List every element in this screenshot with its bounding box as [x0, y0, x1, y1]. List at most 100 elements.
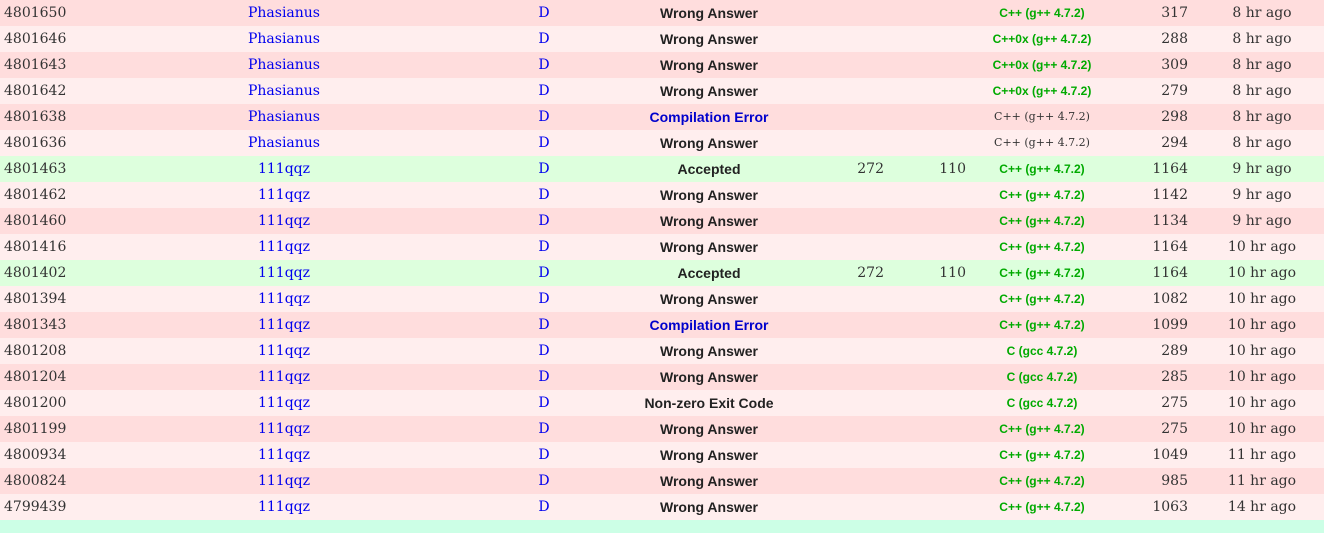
- user-link[interactable]: 111qqz: [204, 364, 364, 390]
- problem-link[interactable]: D: [504, 156, 584, 182]
- code-length: 1063: [1152, 499, 1188, 515]
- user-link[interactable]: 111qqz: [204, 208, 364, 234]
- user-link[interactable]: 111qqz: [204, 234, 364, 260]
- user-link[interactable]: 111qqz: [204, 442, 364, 468]
- user-link[interactable]: 111qqz: [204, 286, 364, 312]
- problem-link[interactable]: D: [504, 78, 584, 104]
- run-time: [824, 104, 884, 130]
- run-id: 4799439: [4, 499, 67, 515]
- problem-link[interactable]: D: [504, 468, 584, 494]
- run-time: 272: [857, 265, 884, 281]
- table-row: 4799439 111qqz D Wrong Answer C++ (g++ 4…: [0, 494, 1324, 520]
- problem-link[interactable]: D: [504, 390, 584, 416]
- run-time: [824, 338, 884, 364]
- problem-link[interactable]: D: [504, 104, 584, 130]
- language: C++0x (g++ 4.7.2): [992, 32, 1092, 46]
- problem-link[interactable]: D: [504, 312, 584, 338]
- user-link[interactable]: Phasianus: [204, 52, 364, 78]
- submit-time: 8 hr ago: [1232, 5, 1292, 21]
- run-id: 4801638: [4, 109, 67, 125]
- user-link[interactable]: 111qqz: [204, 312, 364, 338]
- run-memory: [906, 390, 966, 416]
- problem-link[interactable]: D: [504, 234, 584, 260]
- user-link[interactable]: Phasianus: [204, 0, 364, 26]
- problem-link[interactable]: D: [504, 416, 584, 442]
- user-link[interactable]: 111qqz: [204, 182, 364, 208]
- run-id: 4800824: [4, 473, 67, 489]
- user-link[interactable]: Phasianus: [204, 130, 364, 156]
- judge-status: Wrong Answer: [659, 447, 758, 463]
- language: C++ (g++ 4.7.2): [999, 500, 1085, 514]
- judge-status[interactable]: Compilation Error: [599, 312, 819, 338]
- judge-status: Wrong Answer: [659, 83, 758, 99]
- judge-status[interactable]: Compilation Error: [599, 104, 819, 130]
- problem-link[interactable]: D: [504, 494, 584, 520]
- problem-link[interactable]: D: [504, 338, 584, 364]
- submit-time: 8 hr ago: [1232, 135, 1292, 151]
- language: C++ (g++ 4.7.2): [999, 214, 1085, 228]
- user-link[interactable]: 111qqz: [204, 494, 364, 520]
- submit-time: 10 hr ago: [1227, 291, 1297, 307]
- code-length: 289: [1161, 343, 1188, 359]
- code-length: 1142: [1152, 187, 1188, 203]
- submit-time: 14 hr ago: [1227, 499, 1297, 515]
- language: C++0x (g++ 4.7.2): [992, 84, 1092, 98]
- language: C++0x (g++ 4.7.2): [992, 58, 1092, 72]
- user-link[interactable]: 111qqz: [204, 468, 364, 494]
- language: C++ (g++ 4.7.2): [994, 136, 1090, 149]
- run-memory: 110: [939, 161, 966, 177]
- language: C++ (g++ 4.7.2): [999, 422, 1085, 436]
- submit-time: 10 hr ago: [1227, 317, 1297, 333]
- run-time: [824, 416, 884, 442]
- table-row: 4801463 111qqz D Accepted 272 110 C++ (g…: [0, 156, 1324, 182]
- user-link[interactable]: 111qqz: [204, 338, 364, 364]
- submit-time: 8 hr ago: [1232, 83, 1292, 99]
- run-memory: [906, 338, 966, 364]
- judge-status: Wrong Answer: [659, 213, 758, 229]
- user-link[interactable]: Phasianus: [204, 78, 364, 104]
- language: C++ (g++ 4.7.2): [999, 448, 1085, 462]
- user-link[interactable]: 111qqz: [204, 156, 364, 182]
- run-time: [824, 0, 884, 26]
- problem-link[interactable]: D: [504, 26, 584, 52]
- problem-link[interactable]: D: [504, 130, 584, 156]
- problem-link[interactable]: D: [504, 364, 584, 390]
- run-id: 4801643: [4, 57, 67, 73]
- run-memory: [906, 468, 966, 494]
- problem-link[interactable]: D: [504, 442, 584, 468]
- submit-time: 9 hr ago: [1232, 161, 1292, 177]
- user-link[interactable]: 111qqz: [204, 416, 364, 442]
- judge-status: Wrong Answer: [659, 343, 758, 359]
- run-memory: [906, 104, 966, 130]
- problem-link[interactable]: D: [504, 52, 584, 78]
- judge-status: Wrong Answer: [659, 291, 758, 307]
- code-length: 309: [1161, 57, 1188, 73]
- run-time: [824, 390, 884, 416]
- run-id: 4801636: [4, 135, 67, 151]
- judge-status: Non-zero Exit Code: [644, 395, 774, 411]
- submit-time: 8 hr ago: [1232, 109, 1292, 125]
- problem-link[interactable]: D: [504, 260, 584, 286]
- table-row: 4801200 111qqz D Non-zero Exit Code C (g…: [0, 390, 1324, 416]
- judge-status: Wrong Answer: [659, 499, 758, 515]
- run-memory: [906, 0, 966, 26]
- problem-link[interactable]: D: [504, 286, 584, 312]
- code-length: 1164: [1152, 239, 1188, 255]
- table-row: 4801638 Phasianus D Compilation Error C+…: [0, 104, 1324, 130]
- problem-link[interactable]: D: [504, 208, 584, 234]
- user-link[interactable]: Phasianus: [204, 26, 364, 52]
- run-id: 4801416: [4, 239, 67, 255]
- run-id: 4801646: [4, 31, 67, 47]
- problem-link[interactable]: D: [504, 182, 584, 208]
- run-memory: [906, 182, 966, 208]
- run-time: [824, 286, 884, 312]
- run-time: [824, 182, 884, 208]
- user-link[interactable]: Phasianus: [204, 104, 364, 130]
- code-length: 298: [1161, 109, 1188, 125]
- user-link[interactable]: 111qqz: [204, 260, 364, 286]
- user-link[interactable]: 111qqz: [204, 390, 364, 416]
- judge-status: Wrong Answer: [659, 5, 758, 21]
- run-time: [824, 442, 884, 468]
- problem-link[interactable]: D: [504, 0, 584, 26]
- run-id: 4801402: [4, 265, 67, 281]
